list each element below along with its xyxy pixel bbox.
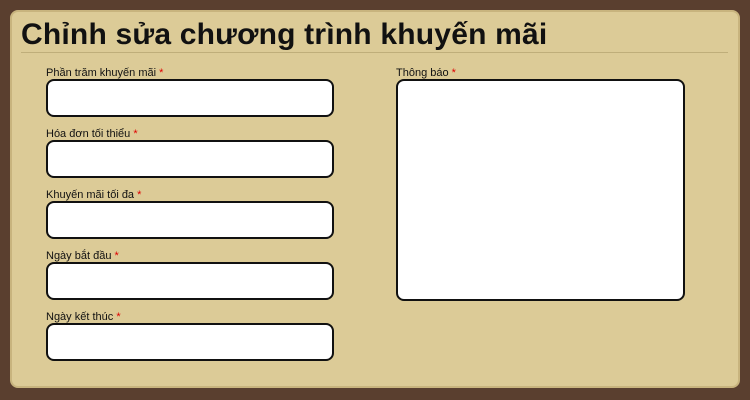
required-marker: * <box>133 128 138 140</box>
required-marker: * <box>137 189 142 201</box>
required-marker: * <box>159 67 164 79</box>
required-marker: * <box>114 250 119 262</box>
notice-label-text: Thông báo <box>396 67 449 79</box>
required-marker: * <box>116 311 121 323</box>
discount-percent-input[interactable] <box>46 79 334 117</box>
required-marker: * <box>451 67 456 79</box>
max-discount-label-text: Khuyến mãi tối đa <box>46 189 135 201</box>
start-date-label-text: Ngày bắt đầu <box>46 250 112 262</box>
start-date-input[interactable] <box>46 262 334 300</box>
discount-percent-label-text: Phần trăm khuyến mãi <box>46 67 157 79</box>
max-discount-input[interactable] <box>46 201 334 239</box>
min-invoice-input[interactable] <box>46 140 334 178</box>
end-date-input[interactable] <box>46 323 334 361</box>
title-divider <box>21 52 728 53</box>
page-title: Chỉnh sửa chương trình khuyến mãi <box>21 18 548 51</box>
edit-promotion-panel: Chỉnh sửa chương trình khuyến mãi Phần t… <box>10 10 740 388</box>
notice-textarea[interactable] <box>396 79 685 301</box>
end-date-label-text: Ngày kết thúc <box>46 311 114 323</box>
min-invoice-label-text: Hóa đơn tối thiểu <box>46 128 131 140</box>
